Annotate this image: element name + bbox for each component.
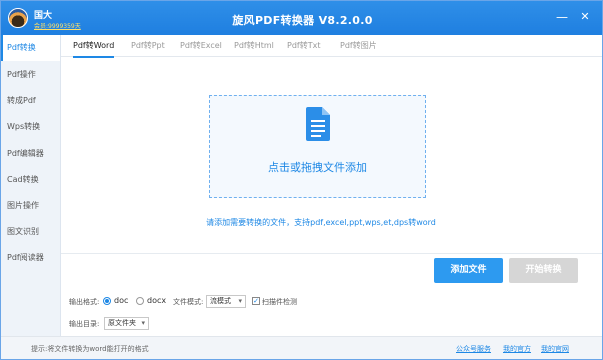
divider xyxy=(61,253,602,254)
sidebar-item-image-operate[interactable]: 图片操作 xyxy=(1,193,60,219)
output-dir-label: 输出目录: xyxy=(69,320,100,328)
scan-check-checkbox[interactable]: ✓ xyxy=(252,297,260,305)
official-account-link[interactable]: 公众号服务 xyxy=(456,344,491,354)
drop-zone-text[interactable]: 点击或拖拽文件添加 xyxy=(210,159,425,175)
format-doc-label[interactable]: doc xyxy=(114,296,128,305)
title-bar: 国大 会员:9999359天 旋风PDF转换器 V8.2.0.0 — ✕ xyxy=(1,1,602,35)
sidebar: Pdf转换 Pdf操作 转成Pdf Wps转换 Pdf编辑器 Cad转换 图片操… xyxy=(1,35,61,341)
official-website-link[interactable]: 我的官网 xyxy=(541,344,569,354)
chevron-down-icon: ▾ xyxy=(238,297,242,305)
tab-pdf-to-excel[interactable]: Pdf转Excel xyxy=(180,35,222,57)
supported-formats-hint: 请添加需要转换的文件，支持pdf,excel,ppt,wps,et,dps转wo… xyxy=(206,218,436,227)
file-drop-zone[interactable]: 点击或拖拽文件添加 xyxy=(209,95,426,198)
tab-pdf-to-word[interactable]: Pdf转Word xyxy=(73,35,115,58)
sidebar-item-pdf-convert[interactable]: Pdf转换 xyxy=(1,35,60,61)
app-title: 旋风PDF转换器 V8.2.0.0 xyxy=(232,14,373,27)
tab-pdf-to-html[interactable]: Pdf转Html xyxy=(234,35,274,57)
tab-bar: Pdf转Word Pdf转Ppt Pdf转Excel Pdf转Html Pdf转… xyxy=(61,35,602,58)
start-convert-button[interactable]: 开始转换 xyxy=(509,258,578,283)
add-file-button[interactable]: 添加文件 xyxy=(434,258,503,283)
status-tip: 提示:将文件转换为word能打开的格式 xyxy=(31,345,149,353)
tab-pdf-to-txt[interactable]: Pdf转Txt xyxy=(287,35,320,57)
file-mode-select[interactable]: 流模式 ▾ xyxy=(206,295,246,308)
output-dir-select[interactable]: 原文件夹 ▾ xyxy=(104,317,149,330)
file-mode-label: 文件模式: xyxy=(173,298,204,306)
app-window: 国大 会员:9999359天 旋风PDF转换器 V8.2.0.0 — ✕ Pdf… xyxy=(0,0,603,360)
sidebar-item-pdf-reader[interactable]: Pdf阅读器 xyxy=(1,245,60,271)
output-format-label: 输出格式: xyxy=(69,298,100,306)
document-icon xyxy=(306,107,330,141)
sidebar-item-ocr[interactable]: 图文识别 xyxy=(1,219,60,245)
scan-check-label[interactable]: 扫描件检测 xyxy=(262,297,297,307)
format-doc-radio[interactable] xyxy=(103,297,111,305)
sidebar-item-pdf-editor[interactable]: Pdf编辑器 xyxy=(1,141,60,167)
status-bar: 提示:将文件转换为word能打开的格式 公众号服务 我的官方 我的官网 xyxy=(1,336,602,359)
sidebar-item-to-pdf[interactable]: 转成Pdf xyxy=(1,88,60,114)
sidebar-item-cad-convert[interactable]: Cad转换 xyxy=(1,167,60,193)
minimize-icon[interactable]: — xyxy=(554,10,570,24)
tab-pdf-to-ppt[interactable]: Pdf转Ppt xyxy=(131,35,165,57)
chevron-down-icon: ▾ xyxy=(141,319,145,327)
file-mode-value: 流模式 xyxy=(210,297,231,305)
output-dir-value: 原文件夹 xyxy=(108,319,136,327)
sidebar-item-wps-convert[interactable]: Wps转换 xyxy=(1,114,60,140)
close-icon[interactable]: ✕ xyxy=(577,10,593,24)
format-docx-radio[interactable] xyxy=(136,297,144,305)
sidebar-item-pdf-operate[interactable]: Pdf操作 xyxy=(1,62,60,88)
format-docx-label[interactable]: docx xyxy=(147,296,166,305)
official-link[interactable]: 我的官方 xyxy=(503,344,531,354)
tab-pdf-to-image[interactable]: Pdf转图片 xyxy=(340,35,377,57)
